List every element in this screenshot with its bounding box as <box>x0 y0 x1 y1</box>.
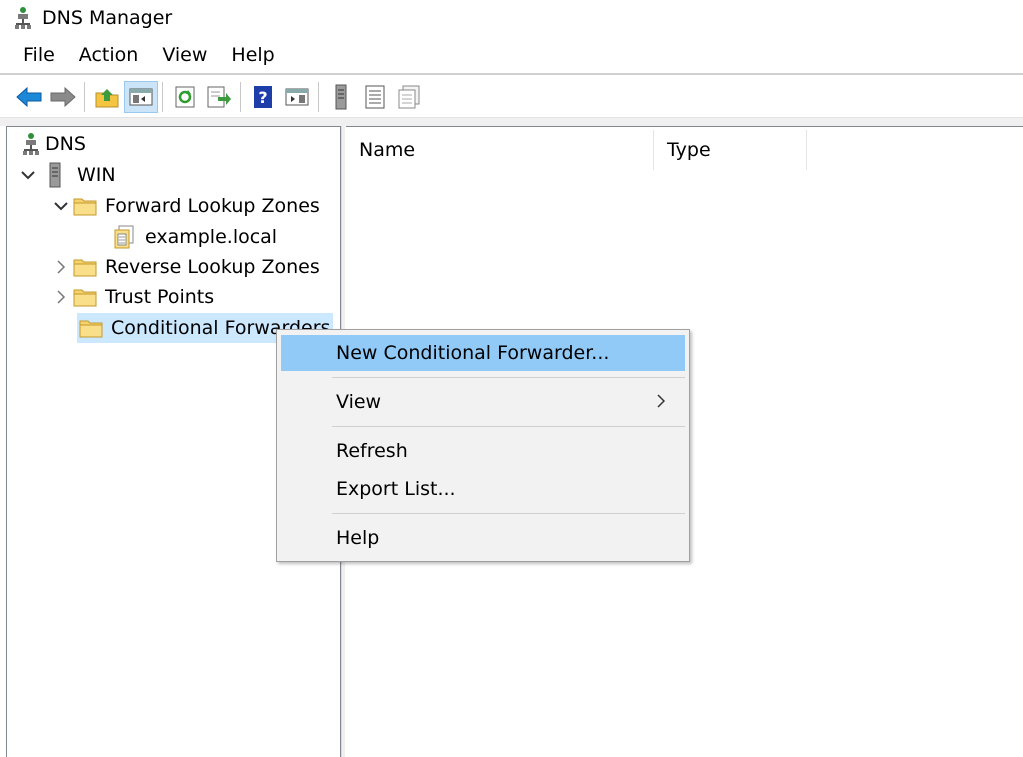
menu-view[interactable]: View <box>150 44 219 66</box>
menu-separator <box>332 513 685 514</box>
toolbar-separator <box>84 82 86 112</box>
up-folder-icon[interactable] <box>90 81 124 113</box>
tree-node-reverse-lookup-zones[interactable]: Reverse Lookup Zones <box>54 252 320 282</box>
show-hide-action-pane-icon[interactable] <box>280 81 314 113</box>
menu-item-refresh[interactable]: Refresh <box>281 433 685 469</box>
menu-bar: File Action View Help <box>0 38 287 72</box>
menu-item-label: New Conditional Forwarder... <box>336 342 610 364</box>
chevron-down-icon[interactable] <box>54 199 68 213</box>
dns-app-icon <box>14 6 32 30</box>
menu-separator <box>332 377 685 378</box>
tree-node-label: Forward Lookup Zones <box>105 195 320 217</box>
show-hide-console-tree-icon[interactable] <box>124 81 158 113</box>
toolbar-separator <box>162 82 164 112</box>
zone-icon <box>112 225 136 249</box>
tree-node-label: Reverse Lookup Zones <box>105 256 320 278</box>
tree-node-label: example.local <box>145 226 278 248</box>
menu-action[interactable]: Action <box>67 44 151 66</box>
menu-file[interactable]: File <box>0 44 67 66</box>
chevron-right-icon[interactable] <box>54 260 68 274</box>
properties-icon[interactable] <box>392 81 426 113</box>
svg-text:?: ? <box>258 88 267 107</box>
menu-item-label: Export List... <box>336 478 456 500</box>
menu-item-new-conditional-forwarder[interactable]: New Conditional Forwarder... <box>281 335 685 371</box>
window-title: DNS Manager <box>42 7 173 29</box>
folder-icon <box>79 316 103 340</box>
menu-item-export-list[interactable]: Export List... <box>281 471 685 507</box>
server-icon[interactable] <box>324 81 358 113</box>
list-icon[interactable] <box>358 81 392 113</box>
tree-node-dns[interactable]: DNS <box>19 129 86 159</box>
forward-icon[interactable] <box>46 81 80 113</box>
folder-icon <box>73 255 97 279</box>
tree-node-label: WIN <box>77 164 116 186</box>
menu-item-label: Help <box>336 527 380 549</box>
menu-item-view[interactable]: View <box>281 384 685 420</box>
help-icon[interactable]: ? <box>246 81 280 113</box>
folder-icon <box>73 285 97 309</box>
chevron-down-icon[interactable] <box>21 168 35 182</box>
tree-node-example-local[interactable]: example.local <box>112 222 277 252</box>
tree-node-label: Trust Points <box>105 286 215 308</box>
refresh-icon[interactable] <box>168 81 202 113</box>
menubar-divider <box>0 73 1023 75</box>
server-icon <box>43 162 67 188</box>
menu-separator <box>332 426 685 427</box>
tree-node-forward-lookup-zones[interactable]: Forward Lookup Zones <box>54 191 320 221</box>
context-menu: New Conditional Forwarder... View Refres… <box>276 329 690 562</box>
tree-node-label: DNS <box>45 133 86 155</box>
submenu-arrow-icon <box>657 392 666 413</box>
folder-icon <box>73 194 97 218</box>
dns-icon <box>19 132 43 156</box>
menu-item-help[interactable]: Help <box>281 520 685 556</box>
tree-node-trust-points[interactable]: Trust Points <box>54 282 214 312</box>
menu-item-label: Refresh <box>336 440 408 462</box>
tree-node-win[interactable]: WIN <box>21 160 116 190</box>
column-header-type[interactable]: Type <box>654 130 807 170</box>
back-icon[interactable] <box>12 81 46 113</box>
export-list-icon[interactable] <box>202 81 236 113</box>
toolbar-bottom-edge <box>0 117 1023 126</box>
toolbar: ? <box>12 80 426 114</box>
title-bar: DNS Manager <box>0 0 1023 36</box>
column-header-name[interactable]: Name <box>346 130 654 170</box>
chevron-right-icon[interactable] <box>54 290 68 304</box>
menu-help[interactable]: Help <box>219 44 286 66</box>
menu-item-label: View <box>336 391 382 413</box>
toolbar-separator <box>240 82 242 112</box>
toolbar-separator <box>318 82 320 112</box>
